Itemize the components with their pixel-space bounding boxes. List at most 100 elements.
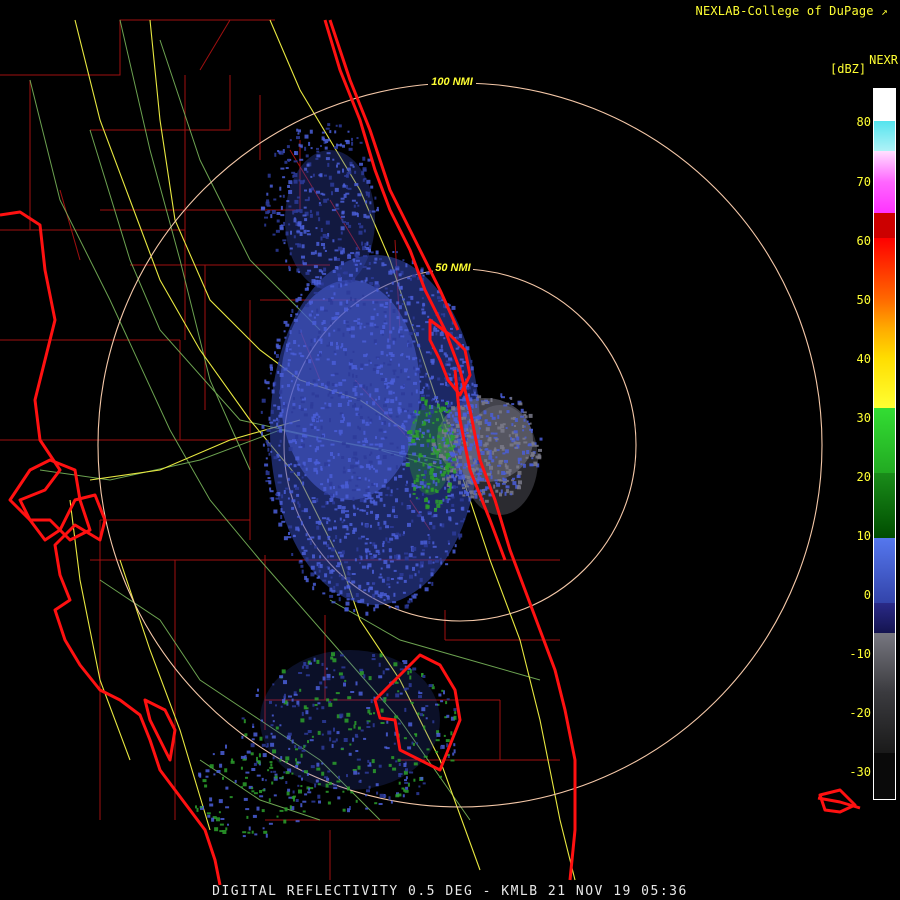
echo-pixel [345,396,349,399]
echo-pixel [369,383,372,387]
credit-text: NEXLAB-College of DuPage [695,4,874,18]
echo-pixel [408,598,412,601]
echo-pixel [327,801,331,805]
echo-pixel [364,548,369,553]
echo-pixel [403,531,405,535]
echo-pixel [412,566,415,571]
echo-pixel [499,445,504,449]
echo-pixel [310,426,314,429]
echo-pixel [273,794,277,797]
echo-pixel [366,179,371,184]
echo-pixel [365,611,369,616]
echo-pixel [318,415,321,418]
echo-pixel [333,669,336,672]
echo-pixel [352,387,357,392]
echo-pixel [352,435,357,440]
echo-pixel [343,466,346,470]
echo-pixel [366,241,369,246]
echo-pixel [338,672,343,676]
echo-pixel [360,729,364,732]
echo-pixel [312,586,315,591]
echo-pixel [243,719,246,724]
echo-pixel [293,160,298,163]
echo-pixel [340,498,345,502]
echo-pixel [357,772,360,775]
echo-pixel [318,202,321,205]
echo-pixel [504,491,507,496]
echo-pixel [453,708,457,712]
echo-pixel [385,291,388,294]
echo-pixel [288,348,292,351]
echo-pixel [534,444,539,447]
echo-pixel [357,193,362,197]
echo-pixel [357,765,361,770]
echo-pixel [276,815,279,818]
echo-pixel [344,586,347,590]
echo-pixel [464,428,467,432]
echo-pixel [253,732,258,737]
echo-pixel [388,586,391,589]
echo-pixel [350,464,355,469]
echo-pixel [316,154,321,158]
echo-pixel [323,541,327,545]
echo-pixel [282,194,285,198]
echo-pixel [432,545,437,548]
echo-pixel [251,768,256,771]
echo-pixel [358,427,361,431]
echo-pixel [325,127,330,130]
echo-pixel [367,764,372,767]
echo-pixel [300,396,305,399]
echo-pixel [362,384,366,389]
echo-pixel [407,746,412,750]
echo-pixel [315,358,320,361]
echo-pixel [301,552,306,555]
echo-pixel [440,700,444,703]
echo-pixel [330,396,334,399]
echo-pixel [349,743,352,746]
echo-pixel [445,739,450,743]
echo-pixel [311,279,316,284]
scale-tick-80: 80 [856,115,871,129]
echo-pixel [328,702,333,707]
echo-pixel [488,424,490,426]
echo-pixel [404,556,409,561]
echo-pixel [352,737,355,742]
echo-pixel [405,357,409,360]
echo-pixel [369,245,372,249]
echo-pixel [387,541,391,544]
echo-pixel [332,539,335,542]
echo-pixel [458,455,463,459]
echo-pixel [288,265,291,269]
echo-pixel [465,432,469,434]
echo-pixel [446,363,451,366]
echo-pixel [345,140,350,145]
echo-pixel [279,391,282,395]
echo-pixel [328,391,332,395]
echo-pixel [394,534,399,537]
echo-pixel [316,707,319,710]
echo-pixel [430,358,434,363]
echo-pixel [402,468,405,471]
echo-pixel [275,354,279,358]
echo-pixel [344,535,347,539]
echo-pixel [346,598,350,601]
echo-pixel [373,712,375,715]
echo-pixel [340,261,344,266]
echo-pixel [287,158,290,162]
echo-pixel [456,486,459,489]
echo-pixel [428,684,433,688]
echo-pixel [290,463,293,466]
echo-pixel [439,460,442,464]
echo-pixel [369,443,374,446]
echo-pixel [398,763,401,766]
echo-pixel [477,421,482,426]
echo-pixel [364,542,368,545]
echo-pixel [272,233,276,236]
echo-pixel [333,787,338,790]
echo-pixel [248,826,251,831]
echo-pixel [271,781,274,785]
echo-pixel [531,457,534,460]
echo-pixel [374,443,379,446]
echo-pixel [538,448,542,452]
echo-pixel [326,501,329,505]
